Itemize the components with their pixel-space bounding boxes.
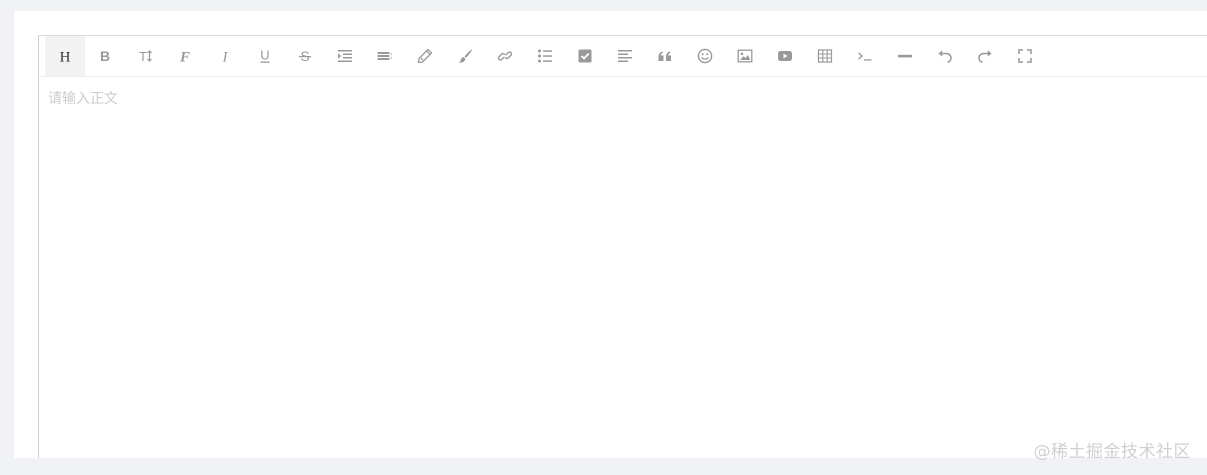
watermark: @稀土掘金技术社区 (1033, 442, 1191, 462)
terminal-icon (858, 52, 872, 61)
fullscreen-icon (1018, 49, 1032, 63)
editor-placeholder: 请输入正文 (48, 91, 118, 107)
editor-content-area[interactable]: 请输入正文 (39, 77, 1207, 458)
font-family-icon: F (179, 50, 190, 65)
indent-icon (338, 50, 352, 62)
justify-button[interactable] (605, 36, 645, 76)
code-button[interactable] (845, 36, 885, 76)
video-button[interactable] (765, 36, 805, 76)
strikethrough-icon: S (299, 48, 311, 64)
table-icon (817, 49, 833, 63)
bold-button[interactable]: B (85, 36, 125, 76)
italic-glyph: I (222, 50, 229, 65)
font-size-icon: T (139, 49, 152, 64)
italic-button[interactable]: I (205, 36, 245, 76)
emoticon-button[interactable] (685, 36, 725, 76)
quote-button[interactable] (645, 36, 685, 76)
table-button[interactable] (805, 36, 845, 76)
link-button[interactable] (485, 36, 525, 76)
line-height-button[interactable] (365, 36, 405, 76)
italic-icon: I (222, 50, 229, 65)
size-glyph: T (139, 49, 147, 64)
underline-glyph: U (260, 48, 269, 63)
rich-text-editor: H B T F I U 请输入正文 (38, 35, 1207, 458)
heading-glyph: H (60, 50, 71, 65)
checkbox-icon (578, 49, 592, 63)
pencil-icon (417, 48, 433, 64)
smiley-icon (697, 48, 713, 64)
back-color-button[interactable] (445, 36, 485, 76)
redo-button[interactable] (965, 36, 1005, 76)
horizontal-rule-icon (898, 54, 912, 58)
brush-icon (458, 49, 472, 63)
font-family-button[interactable]: F (165, 36, 205, 76)
fore-color-button[interactable] (405, 36, 445, 76)
underline-button[interactable]: U (245, 36, 285, 76)
undo-icon (938, 50, 952, 63)
list-button[interactable] (525, 36, 565, 76)
image-icon (737, 49, 753, 63)
image-button[interactable] (725, 36, 765, 76)
strikethrough-button[interactable]: S (285, 36, 325, 76)
quote-icon (658, 51, 671, 61)
video-icon (778, 51, 792, 61)
editor-card: H B T F I U 请输入正文 (14, 11, 1207, 458)
font-glyph: F (179, 50, 190, 65)
underline-icon: U (260, 48, 270, 63)
font-size-button[interactable]: T (125, 36, 165, 76)
header-button[interactable]: H (45, 36, 85, 76)
bold-glyph: B (100, 48, 110, 64)
fullscreen-button[interactable] (1005, 36, 1045, 76)
undo-button[interactable] (925, 36, 965, 76)
bold-icon: B (100, 48, 110, 64)
split-line-button[interactable] (885, 36, 925, 76)
list-icon (538, 49, 552, 63)
heading-icon: H (60, 50, 71, 65)
todo-button[interactable] (565, 36, 605, 76)
redo-icon (978, 50, 992, 63)
line-height-icon (377, 52, 393, 60)
indent-button[interactable] (325, 36, 365, 76)
link-icon (497, 51, 513, 61)
editor-toolbar: H B T F I U (45, 36, 1045, 76)
align-left-icon (618, 50, 632, 62)
